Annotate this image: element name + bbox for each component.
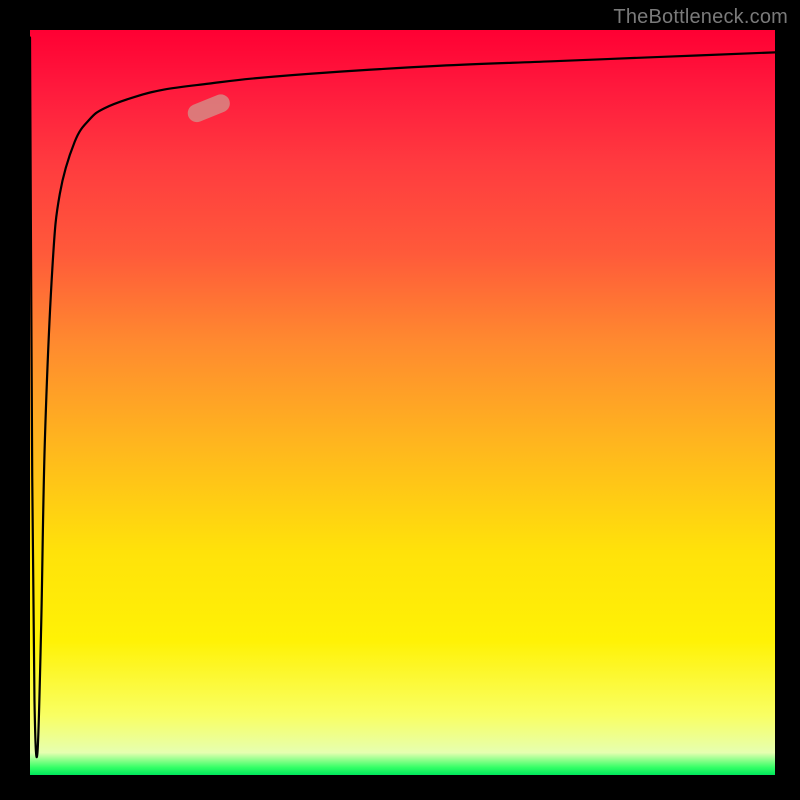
chart-stage: TheBottleneck.com xyxy=(0,0,800,800)
marker-pill xyxy=(185,92,233,125)
bottleneck-curve xyxy=(30,37,775,757)
curve-marker xyxy=(185,92,233,125)
plot-area xyxy=(30,30,775,775)
watermark-text: TheBottleneck.com xyxy=(613,6,788,29)
curve-svg xyxy=(30,30,775,775)
